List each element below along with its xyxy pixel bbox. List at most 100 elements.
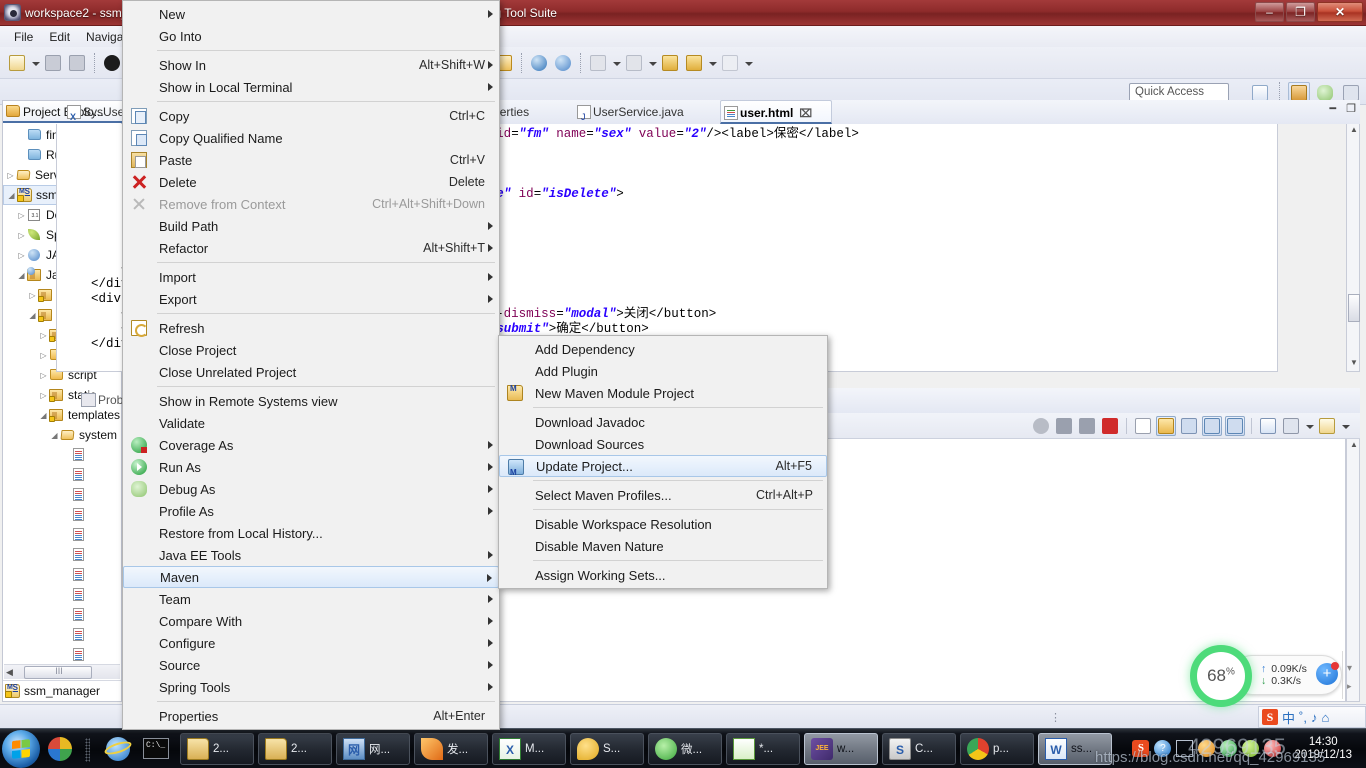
web-browser-icon[interactable] <box>528 52 550 74</box>
statusbar-resize-grip[interactable]: ⋮ <box>1050 711 1061 724</box>
explorer-hscroll-thumb[interactable] <box>24 666 93 679</box>
command-prompt-icon[interactable]: C:\_ <box>140 731 174 767</box>
forward-nav-dropdown-icon[interactable] <box>743 52 753 74</box>
sogou-tray-icon[interactable]: S <box>1132 740 1150 757</box>
tree-expander-icon[interactable] <box>5 171 16 180</box>
menu-item-debug-as[interactable]: Debug As <box>123 478 499 500</box>
window-tray-icon[interactable] <box>1176 740 1194 757</box>
menu-item-close-project[interactable]: Close Project <box>123 339 499 361</box>
back-icon[interactable] <box>659 52 681 74</box>
remove-all-launches-icon[interactable] <box>1077 416 1097 436</box>
tree-item-system[interactable]: system <box>3 425 121 445</box>
menu-item-add-dependency[interactable]: Add Dependency <box>499 338 827 360</box>
menu-edit[interactable]: Edit <box>41 28 78 46</box>
editor-vscrollbar[interactable]: ▲ ▼ <box>1346 124 1360 372</box>
security-tray-icon[interactable] <box>1198 740 1216 757</box>
menu-item-update-project[interactable]: Update Project... Alt+F5 <box>499 455 827 477</box>
editor-tab-close-icon[interactable]: ⌧ <box>799 108 812 120</box>
tree-expander-icon[interactable] <box>6 191 17 200</box>
save-all-icon[interactable] <box>66 52 88 74</box>
maximize-button[interactable]: ❐ <box>1286 2 1315 22</box>
menu-item-refactor[interactable]: Refactor Alt+Shift+T <box>123 237 499 259</box>
previous-edit-icon[interactable] <box>623 52 645 74</box>
tree-expander-icon[interactable] <box>38 351 49 360</box>
tree-expander-icon[interactable] <box>49 431 60 440</box>
run-config-icon[interactable] <box>552 52 574 74</box>
taskbar-item-word[interactable]: Wss... <box>1038 732 1112 765</box>
next-annotation-icon[interactable] <box>587 52 609 74</box>
new-wizard-icon[interactable] <box>6 52 28 74</box>
tree-item-file[interactable] <box>3 445 121 465</box>
menu-item-go-into[interactable]: Go Into <box>123 25 499 47</box>
remove-launch-icon[interactable] <box>1054 416 1074 436</box>
menu-item-java-ee-tools[interactable]: Java EE Tools <box>123 544 499 566</box>
internet-explorer-icon[interactable] <box>102 731 136 767</box>
menu-item-coverage-as[interactable]: Coverage As <box>123 434 499 456</box>
taskbar-item-network[interactable]: 网网... <box>336 732 410 765</box>
menu-item-new[interactable]: New <box>123 3 499 25</box>
tree-item-file[interactable] <box>3 645 121 665</box>
menu-item-disable-workspace-resolution[interactable]: Disable Workspace Resolution <box>499 513 827 535</box>
menu-item-build-path[interactable]: Build Path <box>123 215 499 237</box>
tray-expand-icon[interactable]: ▾ <box>1347 663 1352 674</box>
taskbar-grip[interactable] <box>82 734 94 764</box>
project-context-menu[interactable]: New Go Into Show In Alt+Shift+W Show in Loca… <box>122 0 500 730</box>
menu-item-download-javadoc[interactable]: Download Javadoc <box>499 411 827 433</box>
greenshield-icon[interactable] <box>1220 740 1238 757</box>
editor-vscroll-thumb[interactable] <box>1348 294 1360 322</box>
tree-expander-icon[interactable] <box>16 271 27 280</box>
ime-toolbox-icon[interactable]: ⌂ <box>1321 710 1329 725</box>
tree-expander-icon[interactable] <box>38 331 49 340</box>
tree-expander-icon[interactable] <box>38 411 49 420</box>
open-perspective-icon[interactable] <box>1249 82 1271 102</box>
scroll-lock-icon[interactable] <box>1156 416 1176 436</box>
add-accelerate-button[interactable]: + <box>1316 662 1339 685</box>
taskbar-item-folder[interactable]: 2... <box>258 732 332 765</box>
menu-item-show-in-local-terminal[interactable]: Show in Local Terminal <box>123 76 499 98</box>
tree-item-file[interactable] <box>3 605 121 625</box>
tree-expander-icon[interactable] <box>38 371 49 380</box>
menu-item-new-maven-module-project[interactable]: New Maven Module Project <box>499 382 827 404</box>
tree-item-file[interactable] <box>3 545 121 565</box>
tree-expander-icon[interactable] <box>27 311 38 320</box>
menu-item-assign-working-sets[interactable]: Assign Working Sets... <box>499 564 827 586</box>
person-icon[interactable] <box>101 52 123 74</box>
show-console-on-error-icon[interactable] <box>1225 416 1245 436</box>
explorer-hscrollbar[interactable]: ◀ <box>4 664 120 679</box>
menu-item-import[interactable]: Import <box>123 266 499 288</box>
next-annotation-dropdown-icon[interactable] <box>611 52 621 74</box>
ime-soundmode-icon[interactable]: ♪ <box>1311 710 1318 725</box>
ime-punctuation-icon[interactable]: ˚, <box>1299 710 1307 725</box>
ime-chinese-mode-icon[interactable]: 中 <box>1282 708 1295 727</box>
taskbar-clock[interactable]: 14:30 2019/12/13 <box>1286 736 1360 762</box>
taskbar-item-sogou[interactable]: S... <box>570 732 644 765</box>
update-icon[interactable] <box>1242 740 1260 757</box>
minimize-button[interactable]: – <box>1255 2 1284 22</box>
debug-perspective-icon[interactable] <box>1314 82 1336 102</box>
tree-item-file[interactable] <box>3 565 121 585</box>
taskbar-item-excel[interactable]: X M... <box>492 732 566 765</box>
forward-dropdown-icon[interactable] <box>707 52 717 74</box>
menu-item-configure[interactable]: Configure <box>123 632 499 654</box>
tree-expander-icon[interactable] <box>38 391 49 400</box>
start-button[interactable] <box>2 729 40 768</box>
tray-expand-area[interactable]: ▾ ▸ <box>1342 651 1360 699</box>
menu-item-team[interactable]: Team <box>123 588 499 610</box>
menu-item-download-sources[interactable]: Download Sources <box>499 433 827 455</box>
maven-submenu[interactable]: Add Dependency Add Plugin New Maven Module… <box>498 335 828 589</box>
scroll-up-icon[interactable]: ▲ <box>1348 125 1360 137</box>
spring-perspective-icon[interactable] <box>1340 82 1362 102</box>
tree-expander-icon[interactable] <box>16 251 27 260</box>
menu-item-paste[interactable]: Paste Ctrl+V <box>123 149 499 171</box>
stop-icon[interactable] <box>1100 416 1120 436</box>
tree-expander-icon[interactable] <box>16 211 27 220</box>
editor-tab-userservice-java[interactable]: UserService.java <box>574 100 714 129</box>
menu-item-delete[interactable]: Delete Delete <box>123 171 499 193</box>
show-console-on-output-icon[interactable] <box>1202 416 1222 436</box>
word-wrap-icon[interactable] <box>1179 416 1199 436</box>
open-console-dropdown-icon[interactable] <box>1340 415 1350 437</box>
taskbar-item-search-orange[interactable]: 发... <box>414 732 488 765</box>
tray-more-icon[interactable]: ▸ <box>1347 681 1352 692</box>
previous-edit-dropdown-icon[interactable] <box>647 52 657 74</box>
tree-item-file[interactable] <box>3 485 121 505</box>
